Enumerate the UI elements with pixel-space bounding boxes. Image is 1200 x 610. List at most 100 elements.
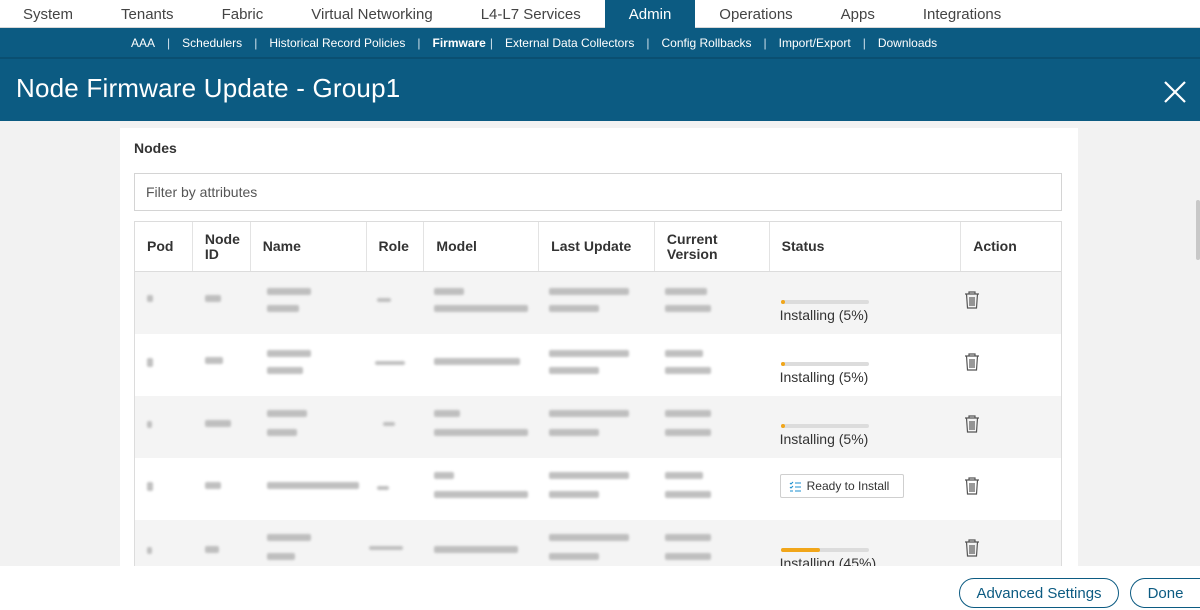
tab-apps[interactable]: Apps [817,0,899,28]
redacted-value [549,472,630,479]
subnav-historical-record-policies[interactable]: Historical Record Policies [269,36,405,50]
tab-admin[interactable]: Admin [604,0,696,28]
redacted-value [147,358,153,367]
redacted-value [204,546,219,553]
status-text: Installing (5%) [779,369,869,385]
redacted-value [549,410,630,417]
nodes-panel: Nodes Pod Node ID Name Role Model Last U… [120,128,1078,568]
column-header-current-version[interactable]: Current Version [655,222,770,271]
table-row[interactable]: Ready to Install [135,458,1061,520]
subnav-downloads[interactable]: Downloads [878,36,937,50]
done-button[interactable]: Done [1130,578,1200,608]
redacted-value [266,534,311,541]
tab-system[interactable]: System [0,0,97,28]
redacted-value [266,367,303,374]
close-icon[interactable] [1160,77,1190,107]
redacted-value [549,350,630,357]
redacted-value [266,305,299,312]
tab-operations[interactable]: Operations [695,0,816,28]
dialog-header: Node Firmware Update - Group1 [0,57,1200,121]
table-row[interactable]: Installing (5%) [135,272,1061,334]
top-nav: System Tenants Fabric Virtual Networking… [0,0,1200,28]
page-scrollbar[interactable] [1196,200,1200,260]
subnav-firmware[interactable]: Firmware [432,36,485,50]
redacted-value [376,486,389,490]
redacted-value [664,350,703,357]
redacted-value [266,482,359,489]
column-header-status[interactable]: Status [770,222,962,271]
table-row[interactable]: Installing (45%) [135,520,1061,568]
redacted-value [434,358,521,365]
filter-input[interactable] [134,173,1062,211]
redacted-value [549,491,600,498]
redacted-value [434,288,465,295]
status-text: Installing (5%) [779,431,869,447]
column-header-model[interactable]: Model [424,222,540,271]
redacted-value [266,410,307,417]
redacted-value [374,361,405,365]
table-row[interactable]: Installing (5%) [135,396,1061,458]
redacted-value [368,546,403,550]
redacted-value [382,422,395,426]
checklist-icon [789,481,801,492]
advanced-settings-button[interactable]: Advanced Settings [959,578,1119,608]
redacted-value [147,547,152,554]
dialog-footer: Advanced Settings Done [0,566,1200,610]
column-header-name[interactable]: Name [251,222,367,271]
ready-to-install-button[interactable]: Ready to Install [779,474,904,498]
redacted-value [147,482,153,491]
redacted-value [204,295,221,302]
trash-icon[interactable] [963,414,981,439]
trash-icon[interactable] [963,352,981,377]
redacted-value [147,421,152,428]
redacted-value [434,546,519,553]
trash-icon[interactable] [963,290,981,315]
subnav-config-rollbacks[interactable]: Config Rollbacks [661,36,751,50]
trash-icon[interactable] [963,538,981,563]
ready-to-install-label: Ready to Install [806,479,890,493]
status-text: Installing (5%) [779,307,869,323]
subnav-separator: | [646,35,650,50]
column-header-role[interactable]: Role [367,222,425,271]
subnav-import-export[interactable]: Import/Export [779,36,851,50]
redacted-value [664,491,711,498]
subnav-separator: | [489,35,493,50]
tab-l4-l7-services[interactable]: L4-L7 Services [457,0,605,28]
progress-bar [780,548,869,552]
subnav-separator: | [862,35,866,50]
redacted-value [266,288,311,295]
redacted-value [376,298,391,302]
tab-tenants[interactable]: Tenants [97,0,198,28]
subnav-schedulers[interactable]: Schedulers [182,36,242,50]
table-row[interactable]: Installing (5%) [135,334,1061,396]
progress-fill [780,548,821,552]
subnav-external-data-collectors[interactable]: External Data Collectors [505,36,634,50]
sub-nav: AAA | Schedulers | Historical Record Pol… [0,28,1200,57]
redacted-value [434,410,461,417]
tab-virtual-networking[interactable]: Virtual Networking [287,0,456,28]
redacted-value [434,472,455,479]
trash-icon[interactable] [963,476,981,501]
column-header-node-id[interactable]: Node ID [193,222,251,271]
redacted-value [204,420,231,427]
redacted-value [266,350,311,357]
redacted-value [147,295,153,302]
progress-bar [780,300,869,304]
progress-bar [780,424,869,428]
subnav-separator: | [167,35,171,50]
subnav-aaa[interactable]: AAA [131,36,155,50]
section-title: Nodes [134,140,177,156]
redacted-value [266,553,295,560]
column-header-pod[interactable]: Pod [135,222,193,271]
redacted-value [434,491,529,498]
subnav-separator: | [417,35,421,50]
column-header-last-update[interactable]: Last Update [539,222,655,271]
tab-integrations[interactable]: Integrations [899,0,1025,28]
redacted-value [664,410,711,417]
redacted-value [664,553,711,560]
redacted-value [266,429,297,436]
redacted-value [549,534,630,541]
redacted-value [434,305,529,312]
redacted-value [664,367,711,374]
tab-fabric[interactable]: Fabric [198,0,288,28]
